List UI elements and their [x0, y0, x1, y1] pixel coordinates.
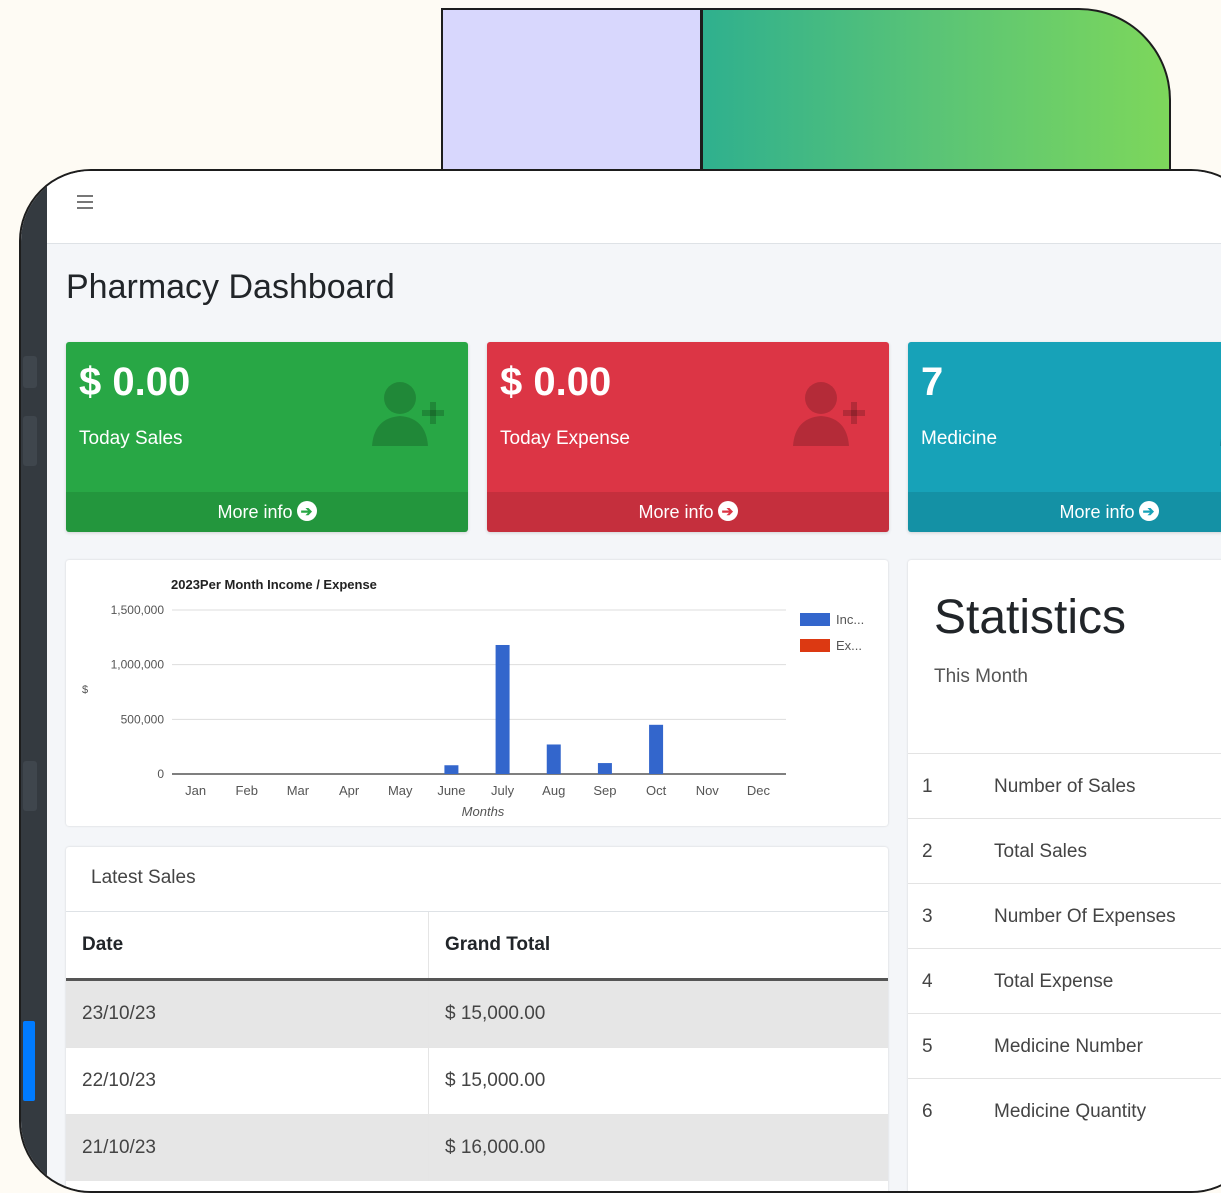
sidebar-item[interactable] — [23, 761, 37, 811]
y-axis-label: $ — [82, 684, 88, 696]
x-tick-label: Apr — [339, 783, 360, 798]
page-title: Pharmacy Dashboard — [66, 268, 395, 306]
sale-total: $ 16,000.00 — [428, 1114, 888, 1181]
dashboard-window: Pharmacy Dashboard $ 0.00 Today Sales Mo… — [19, 169, 1221, 1193]
sidebar-item[interactable] — [23, 356, 37, 388]
sidebar-item-active[interactable] — [23, 1021, 35, 1101]
sidebar-item[interactable] — [23, 416, 37, 466]
row-number: 1 — [922, 776, 933, 797]
x-tick-label: Mar — [287, 783, 310, 798]
bar-income — [597, 763, 612, 774]
statistics-card: Statistics This Month 1 Number of Sales … — [908, 560, 1221, 1191]
user-plus-icon — [372, 382, 444, 446]
income-expense-chart: 2023Per Month Income / Expense 1,500,000 1… — [82, 577, 864, 819]
x-tick-label: Jan — [185, 783, 206, 798]
x-tick-label: May — [388, 783, 413, 798]
row-number: 5 — [922, 1036, 933, 1057]
legend-label: Inc... — [836, 612, 864, 627]
sale-total: $ 15,000.00 — [428, 1047, 888, 1115]
x-tick-label: Sep — [593, 783, 616, 798]
more-info-label: More info — [638, 502, 714, 522]
today-sales-card: $ 0.00 Today Sales More info ➔ — [66, 342, 468, 532]
x-tick-label: Aug — [542, 783, 565, 798]
statistics-title: Statistics — [934, 591, 1127, 644]
arrow-circle-right-icon: ➔ — [296, 501, 317, 522]
bar-income — [546, 744, 561, 774]
table-row[interactable]: 23/10/23 $ 15,000.00 — [66, 979, 888, 1048]
statistics-row[interactable]: 1 Number of Sales — [908, 753, 1221, 819]
more-info-link[interactable]: More info ➔ — [487, 492, 889, 532]
user-plus-icon — [793, 382, 865, 446]
y-tick-label: 1,500,000 — [111, 603, 165, 617]
income-expense-chart-card: 2023Per Month Income / Expense 1,500,000 1… — [66, 560, 888, 826]
more-info-label: More info — [1059, 502, 1135, 522]
card-label: Today Expense — [500, 428, 630, 449]
row-number: 4 — [922, 971, 933, 992]
card-label: Medicine — [921, 428, 998, 449]
statistics-row[interactable]: 3 Number Of Expenses — [908, 883, 1221, 949]
x-axis-label: Months — [462, 804, 505, 819]
row-label: Medicine Number — [994, 1036, 1143, 1057]
today-expense-card: $ 0.00 Today Expense More info ➔ — [487, 342, 889, 532]
sidebar — [21, 171, 47, 1191]
row-label: Total Expense — [994, 971, 1114, 992]
x-tick-label: Feb — [236, 783, 258, 798]
chart-title: 2023Per Month Income / Expense — [171, 577, 377, 592]
row-number: 3 — [922, 906, 933, 927]
arrow-circle-right-icon: ➔ — [717, 501, 738, 522]
column-header-grand-total: Grand Total — [428, 912, 888, 981]
card-label: Today Sales — [79, 428, 183, 449]
more-info-link[interactable]: More info ➔ — [66, 492, 468, 532]
statistics-row[interactable]: 6 Medicine Quantity — [908, 1078, 1221, 1144]
row-label: Number of Sales — [994, 776, 1136, 797]
latest-sales-card: Latest Sales Date Grand Total 23/10/23 $… — [66, 847, 888, 1191]
statistics-row[interactable]: 5 Medicine Number — [908, 1013, 1221, 1079]
row-number: 6 — [922, 1101, 933, 1122]
y-tick-label: 0 — [157, 767, 164, 781]
card-value: $ 0.00 — [79, 360, 191, 404]
statistics-row[interactable]: 4 Total Expense — [908, 948, 1221, 1014]
latest-sales-title: Latest Sales — [66, 847, 888, 912]
more-info-link[interactable]: More info ➔ — [908, 492, 1221, 532]
hamburger-menu-icon[interactable] — [77, 195, 93, 211]
legend-swatch — [800, 613, 830, 626]
row-number: 2 — [922, 841, 933, 862]
x-tick-label: Dec — [747, 783, 771, 798]
row-label: Total Sales — [994, 841, 1087, 862]
row-label: Number Of Expenses — [994, 906, 1176, 927]
x-tick-label: June — [437, 783, 465, 798]
legend-swatch — [800, 639, 830, 652]
decorative-green-panel — [701, 8, 1171, 178]
medicine-card: 7 Medicine More info ➔ — [908, 342, 1221, 532]
x-tick-label: Nov — [696, 783, 720, 798]
x-tick-label: Oct — [646, 783, 667, 798]
y-tick-label: 500,000 — [121, 712, 165, 726]
card-value: $ 0.00 — [500, 360, 612, 404]
sale-total: $ 15,000.00 — [428, 979, 888, 1048]
arrow-circle-right-icon: ➔ — [1138, 501, 1159, 522]
bar-income — [444, 765, 459, 774]
more-info-label: More info — [217, 502, 293, 522]
sale-date: 23/10/23 — [66, 979, 429, 1048]
x-tick-label: July — [491, 783, 515, 798]
sale-date: 21/10/23 — [66, 1114, 429, 1181]
statistics-row[interactable]: 2 Total Sales — [908, 818, 1221, 884]
table-row[interactable]: 21/10/23 $ 16,000.00 — [66, 1114, 888, 1181]
y-tick-label: 1,000,000 — [111, 658, 165, 672]
row-label: Medicine Quantity — [994, 1101, 1147, 1122]
decorative-lilac-panel — [441, 8, 702, 178]
card-value: 7 — [921, 360, 944, 404]
table-row[interactable]: 22/10/23 $ 15,000.00 — [66, 1047, 888, 1115]
sale-date: 22/10/23 — [66, 1047, 429, 1115]
statistics-subtitle: This Month — [934, 666, 1028, 687]
bar-income — [649, 724, 664, 774]
top-navbar — [47, 171, 1221, 244]
column-header-date: Date — [66, 912, 429, 981]
user-plus-icon — [1220, 438, 1221, 446]
bar-income — [495, 644, 510, 774]
legend-label: Ex... — [836, 638, 862, 653]
latest-sales-table: Date Grand Total 23/10/23 $ 15,000.00 22… — [66, 912, 888, 1181]
